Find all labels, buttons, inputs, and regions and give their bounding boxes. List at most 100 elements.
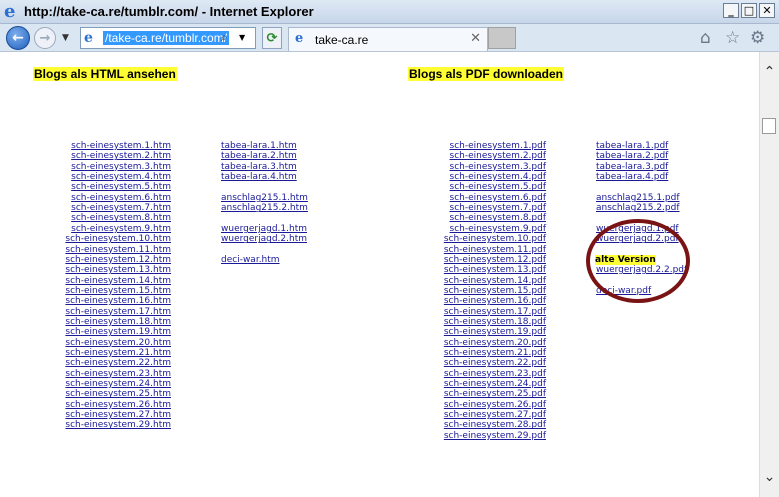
tab-label: take-ca.re	[315, 33, 369, 47]
favorites-star-icon[interactable]: ☆	[725, 28, 740, 48]
file-link[interactable]: sch-einesystem.19.htm	[65, 327, 171, 337]
file-link[interactable]: sch-einesystem.16.htm	[65, 296, 171, 306]
file-link[interactable]: sch-einesystem.26.pdf	[444, 400, 546, 410]
address-url[interactable]: /take-ca.re/tumblr.com/	[103, 31, 230, 45]
annotation-circle	[586, 219, 690, 303]
close-button[interactable]: ✕	[759, 3, 775, 18]
file-link[interactable]: sch-einesystem.21.htm	[65, 348, 171, 358]
minimize-button[interactable]: _	[723, 3, 739, 18]
file-link[interactable]: tabea-lara.4.htm	[221, 172, 297, 182]
file-link[interactable]: tabea-lara.3.htm	[221, 162, 297, 172]
file-link[interactable]: sch-einesystem.23.htm	[65, 369, 171, 379]
maximize-button[interactable]: □	[741, 3, 757, 18]
file-link[interactable]: anschlag215.1.pdf	[596, 193, 680, 203]
file-link[interactable]: sch-einesystem.10.htm	[65, 234, 171, 244]
file-link[interactable]: sch-einesystem.4.pdf	[450, 172, 546, 182]
heading-pdf: Blogs als PDF downloaden	[408, 67, 565, 81]
file-link[interactable]: sch-einesystem.29.pdf	[444, 431, 546, 441]
file-link[interactable]: anschlag215.2.pdf	[596, 203, 680, 213]
file-link[interactable]: sch-einesystem.3.htm	[71, 162, 171, 172]
file-link[interactable]: sch-einesystem.17.htm	[65, 307, 171, 317]
compatibility-refresh-button[interactable]: ⟳	[262, 27, 282, 49]
file-link[interactable]: sch-einesystem.24.pdf	[444, 379, 546, 389]
file-link[interactable]: sch-einesystem.26.htm	[65, 400, 171, 410]
file-link[interactable]: sch-einesystem.2.pdf	[450, 151, 546, 161]
tab-close-icon[interactable]: ✕	[470, 31, 481, 46]
address-bar[interactable]: e /take-ca.re/tumblr.com/ ⌕ ▼	[80, 27, 256, 49]
tab-take-ca-re[interactable]: e take-ca.re ✕	[288, 27, 488, 51]
file-link[interactable]: sch-einesystem.18.htm	[65, 317, 171, 327]
file-link[interactable]: tabea-lara.1.htm	[221, 141, 297, 151]
file-link[interactable]: sch-einesystem.16.pdf	[444, 296, 546, 306]
file-link[interactable]: sch-einesystem.6.htm	[71, 193, 171, 203]
home-icon[interactable]: ⌂	[700, 28, 711, 48]
back-button[interactable]: ←	[6, 26, 30, 50]
file-link[interactable]: sch-einesystem.8.pdf	[450, 213, 546, 223]
file-link[interactable]: anschlag215.2.htm	[221, 203, 308, 213]
file-link[interactable]: sch-einesystem.11.pdf	[444, 245, 546, 255]
file-link[interactable]: sch-einesystem.1.pdf	[450, 141, 546, 151]
file-link[interactable]: sch-einesystem.7.htm	[71, 203, 171, 213]
file-link[interactable]: sch-einesystem.5.htm	[71, 182, 171, 192]
file-link[interactable]: sch-einesystem.25.htm	[65, 389, 171, 399]
file-link[interactable]: sch-einesystem.13.pdf	[444, 265, 546, 275]
file-link[interactable]: sch-einesystem.23.pdf	[444, 369, 546, 379]
file-link[interactable]: sch-einesystem.9.pdf	[450, 224, 546, 234]
file-link[interactable]: sch-einesystem.14.htm	[65, 276, 171, 286]
file-link[interactable]: sch-einesystem.8.htm	[71, 213, 171, 223]
arrow-left-icon: ←	[12, 30, 24, 46]
search-icon[interactable]: ⌕	[221, 30, 228, 45]
file-link[interactable]: tabea-lara.3.pdf	[596, 162, 668, 172]
file-link[interactable]: sch-einesystem.9.htm	[71, 224, 171, 234]
file-link[interactable]: sch-einesystem.24.htm	[65, 379, 171, 389]
file-link[interactable]: wuergerjagd.2.htm	[221, 234, 307, 244]
file-link[interactable]: tabea-lara.2.htm	[221, 151, 297, 161]
file-link[interactable]: sch-einesystem.18.pdf	[444, 317, 546, 327]
scroll-down-icon[interactable]: ⌄	[760, 469, 779, 485]
file-link[interactable]: sch-einesystem.3.pdf	[450, 162, 546, 172]
file-link[interactable]: sch-einesystem.6.pdf	[450, 193, 546, 203]
file-link[interactable]: sch-einesystem.19.pdf	[444, 327, 546, 337]
file-link[interactable]: anschlag215.1.htm	[221, 193, 308, 203]
file-link[interactable]: sch-einesystem.10.pdf	[444, 234, 546, 244]
file-link[interactable]: tabea-lara.2.pdf	[596, 151, 668, 161]
file-link[interactable]: sch-einesystem.27.htm	[65, 410, 171, 420]
file-link[interactable]: sch-einesystem.11.htm	[65, 245, 171, 255]
file-link[interactable]: sch-einesystem.22.pdf	[444, 358, 546, 368]
file-link[interactable]: sch-einesystem.20.pdf	[444, 338, 546, 348]
scroll-up-icon[interactable]: ⌃	[760, 64, 779, 80]
file-link[interactable]: sch-einesystem.20.htm	[65, 338, 171, 348]
vertical-scrollbar[interactable]: ⌃ ⌄	[759, 52, 779, 497]
file-link[interactable]: sch-einesystem.15.htm	[65, 286, 171, 296]
file-link[interactable]: sch-einesystem.14.pdf	[444, 276, 546, 286]
file-link[interactable]: sch-einesystem.13.htm	[65, 265, 171, 275]
address-dropdown-icon[interactable]: ▼	[239, 33, 245, 42]
file-link[interactable]: sch-einesystem.15.pdf	[444, 286, 546, 296]
new-tab-button[interactable]	[488, 27, 516, 49]
file-link[interactable]: sch-einesystem.5.pdf	[450, 182, 546, 192]
file-link[interactable]: sch-einesystem.21.pdf	[444, 348, 546, 358]
refresh-icon: ⟳	[266, 30, 278, 46]
file-link[interactable]: sch-einesystem.12.pdf	[444, 255, 546, 265]
file-link[interactable]: sch-einesystem.17.pdf	[444, 307, 546, 317]
file-link[interactable]: sch-einesystem.12.htm	[65, 255, 171, 265]
file-link[interactable]: sch-einesystem.25.pdf	[444, 389, 546, 399]
scroll-thumb[interactable]	[762, 118, 776, 134]
file-link[interactable]: tabea-lara.4.pdf	[596, 172, 668, 182]
file-link[interactable]: sch-einesystem.27.pdf	[444, 410, 546, 420]
file-link[interactable]: sch-einesystem.4.htm	[71, 172, 171, 182]
forward-button[interactable]: →	[34, 27, 56, 49]
file-link[interactable]: sch-einesystem.7.pdf	[450, 203, 546, 213]
file-link[interactable]: sch-einesystem.1.htm	[71, 141, 171, 151]
page-icon: e	[84, 30, 93, 46]
file-link[interactable]: sch-einesystem.2.htm	[71, 151, 171, 161]
navigation-bar: ← → ▼ e /take-ca.re/tumblr.com/ ⌕ ▼ ⟳ e …	[0, 24, 779, 52]
file-link[interactable]: wuergerjagd.1.htm	[221, 224, 307, 234]
file-link[interactable]: tabea-lara.1.pdf	[596, 141, 668, 151]
file-link[interactable]: sch-einesystem.28.pdf	[444, 420, 546, 430]
history-dropdown-icon[interactable]: ▼	[62, 33, 69, 43]
file-link[interactable]: deci-war.htm	[221, 255, 280, 265]
file-link[interactable]: sch-einesystem.22.htm	[65, 358, 171, 368]
gear-icon[interactable]: ⚙	[750, 28, 765, 48]
file-link[interactable]: sch-einesystem.29.htm	[65, 420, 171, 430]
